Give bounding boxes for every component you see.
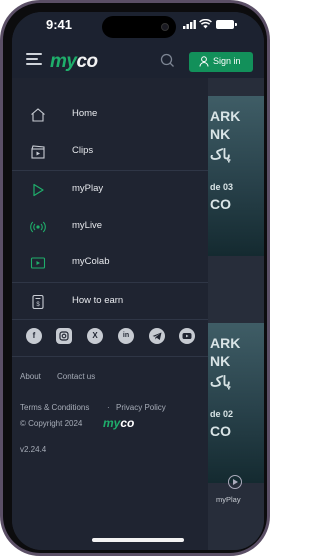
terms-link[interactable]: Terms & Conditions (20, 403, 89, 412)
facebook-icon[interactable]: f (26, 328, 42, 344)
play-icon (33, 183, 44, 197)
dynamic-island (102, 16, 176, 38)
thumbnail-brand: CO (210, 423, 231, 439)
video-thumbnail[interactable]: ARK NK پاک de 03 CO (208, 96, 264, 256)
earn-wallet-icon: $ (32, 294, 44, 310)
version-text: v2.24.4 (20, 445, 47, 454)
user-icon (199, 56, 209, 67)
sign-in-label: Sign in (213, 56, 241, 66)
thumbnail-title: NK (210, 353, 231, 369)
menu-item-label: Home (72, 108, 98, 119)
menu-divider (12, 282, 208, 283)
tab-myplay-label: myPlay (216, 495, 241, 504)
menu-item-label: myPlay (72, 183, 104, 194)
menu-item-label: myLive (72, 220, 103, 231)
status-bar: 9:41 (12, 12, 264, 42)
phone-frame: 9:41 myco Sign in ARK NK پاک de 03 CO AR… (0, 0, 270, 556)
live-broadcast-icon (30, 221, 46, 233)
thumbnail-title: ARK (210, 108, 241, 124)
home-icon (31, 108, 45, 122)
menu-item-label: How to earn (72, 295, 124, 306)
tab-myplay[interactable]: myPlay (208, 467, 264, 517)
thumbnail-title: NK (210, 126, 231, 142)
colab-video-icon (30, 257, 46, 269)
home-indicator (92, 538, 184, 542)
app-screen: 9:41 myco Sign in ARK NK پاک de 03 CO AR… (12, 12, 264, 550)
thumbnail-brand: CO (210, 196, 231, 212)
telegram-icon[interactable] (149, 328, 165, 344)
search-icon[interactable] (160, 53, 175, 68)
app-header: myco Sign in (12, 42, 264, 78)
menu-item-how-to-earn[interactable]: $ How to earn (12, 284, 208, 320)
myco-logo[interactable]: myco (50, 51, 98, 73)
footer-separator: · (107, 403, 110, 412)
sign-in-button[interactable]: Sign in (189, 52, 253, 72)
battery-icon (216, 20, 237, 29)
status-time: 9:41 (46, 17, 73, 32)
about-link[interactable]: About (20, 372, 41, 381)
menu-item-mylive[interactable]: myLive (12, 209, 208, 245)
menu-item-home[interactable]: Home (12, 97, 208, 133)
instagram-icon[interactable] (56, 328, 72, 344)
svg-text:$: $ (36, 302, 40, 308)
thumbnail-title: پاک (210, 146, 231, 162)
video-thumbnail[interactable]: ARK NK پاک de 02 CO (208, 323, 264, 483)
linkedin-icon[interactable]: in (118, 328, 134, 344)
myco-footer-logo: myco (103, 416, 135, 430)
clapperboard-icon (31, 145, 45, 159)
menu-divider (12, 319, 208, 320)
phone-bezel: 9:41 myco Sign in ARK NK پاک de 03 CO AR… (3, 3, 267, 553)
menu-divider (12, 170, 208, 171)
privacy-policy-link[interactable]: Privacy Policy (116, 403, 166, 412)
side-drawer: Home Clips myPlay myLive myColab $ How t… (12, 78, 208, 550)
contact-us-link[interactable]: Contact us (57, 372, 95, 381)
menu-item-clips[interactable]: Clips (12, 134, 208, 170)
youtube-icon[interactable] (179, 328, 195, 344)
thumbnail-title: پاک (210, 373, 231, 389)
hamburger-menu-icon[interactable] (26, 53, 42, 66)
menu-divider (12, 356, 208, 357)
menu-item-myplay[interactable]: myPlay (12, 172, 208, 208)
menu-item-mycolab[interactable]: myColab (12, 245, 208, 281)
menu-item-label: Clips (72, 145, 94, 156)
play-circle-icon (228, 475, 242, 489)
wifi-icon (199, 19, 212, 29)
thumbnail-episode: de 03 (210, 182, 234, 192)
thumbnail-episode: de 02 (210, 409, 234, 419)
x-icon[interactable]: X (87, 328, 103, 344)
copyright-text: © Copyright 2024 (20, 419, 83, 428)
signal-icon (183, 20, 196, 29)
menu-item-label: myColab (72, 256, 110, 267)
thumbnail-title: ARK (210, 335, 241, 351)
camera-icon (161, 23, 169, 31)
